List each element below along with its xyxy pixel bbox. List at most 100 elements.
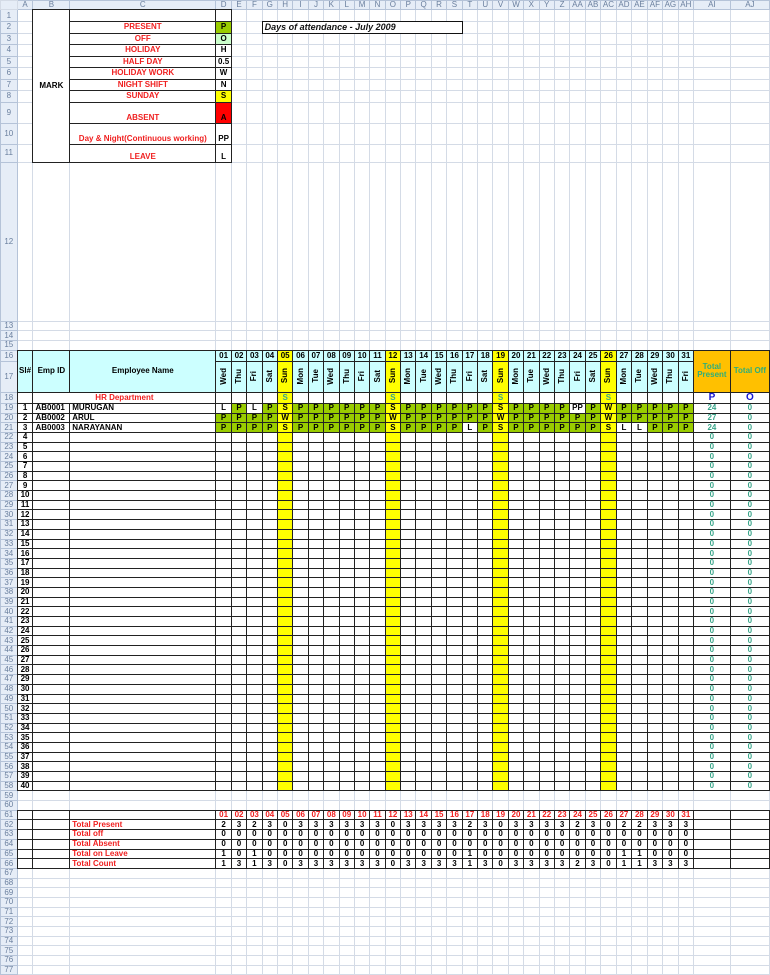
attendance-cell[interactable]	[615, 771, 633, 782]
cell[interactable]	[307, 32, 325, 45]
attendance-cell[interactable]	[230, 616, 248, 627]
attendance-cell[interactable]	[461, 616, 479, 627]
cell[interactable]	[446, 55, 463, 68]
cell[interactable]	[338, 906, 355, 918]
attendance-cell[interactable]	[569, 567, 586, 579]
attendance-cell[interactable]	[584, 596, 602, 608]
cell[interactable]	[461, 55, 479, 68]
cell[interactable]	[69, 945, 217, 957]
cell[interactable]	[292, 896, 309, 908]
attendance-cell[interactable]	[215, 519, 232, 530]
cell[interactable]	[729, 122, 770, 145]
attendance-cell[interactable]	[646, 732, 664, 743]
day-number-header[interactable]: 05	[276, 349, 294, 362]
cell[interactable]	[353, 391, 371, 404]
cell[interactable]	[553, 896, 571, 908]
column-header[interactable]: N	[369, 0, 386, 10]
attendance-cell[interactable]: P	[369, 402, 386, 414]
cell[interactable]	[292, 101, 309, 124]
cell[interactable]	[415, 122, 432, 145]
cell[interactable]	[446, 143, 463, 163]
cell[interactable]	[430, 867, 448, 879]
attendance-cell[interactable]	[446, 567, 463, 579]
attendance-cell[interactable]	[523, 741, 540, 753]
cell[interactable]	[646, 161, 664, 322]
attendance-cell[interactable]	[323, 664, 340, 676]
cell[interactable]	[323, 800, 340, 811]
cell[interactable]	[430, 877, 448, 889]
attendance-cell[interactable]	[584, 616, 602, 627]
attendance-cell[interactable]	[662, 664, 679, 676]
cell[interactable]	[338, 896, 355, 908]
attendance-cell[interactable]	[662, 431, 679, 443]
attendance-cell[interactable]	[369, 703, 386, 714]
attendance-cell[interactable]	[553, 771, 571, 782]
attendance-cell[interactable]	[461, 703, 479, 714]
attendance-cell[interactable]: P	[369, 412, 386, 424]
cell[interactable]	[729, 955, 770, 966]
attendance-cell[interactable]	[276, 538, 294, 550]
cell[interactable]	[276, 340, 294, 351]
employee-name[interactable]	[69, 538, 217, 550]
cell[interactable]	[492, 78, 509, 91]
attendance-cell[interactable]	[492, 441, 509, 453]
attendance-cell[interactable]: P	[646, 402, 664, 414]
attendance-cell[interactable]	[677, 499, 695, 511]
attendance-cell[interactable]	[662, 557, 679, 569]
attendance-cell[interactable]	[553, 548, 571, 559]
cell[interactable]	[292, 955, 309, 966]
attendance-cell[interactable]	[292, 712, 309, 724]
attendance-cell[interactable]: P	[662, 402, 679, 414]
attendance-cell[interactable]	[384, 732, 402, 743]
attendance-cell[interactable]	[507, 732, 525, 743]
row-header[interactable]: 38	[0, 586, 18, 598]
cell[interactable]	[261, 935, 278, 947]
attendance-cell[interactable]	[461, 441, 479, 453]
attendance-cell[interactable]	[230, 567, 248, 579]
cell[interactable]	[523, 340, 540, 351]
attendance-cell[interactable]: P	[415, 402, 432, 414]
attendance-cell[interactable]: P	[507, 412, 525, 424]
attendance-cell[interactable]	[538, 616, 555, 627]
cell[interactable]	[69, 916, 217, 927]
cell[interactable]	[276, 143, 294, 163]
attendance-cell[interactable]: P	[584, 422, 602, 433]
cell[interactable]	[523, 955, 540, 966]
attendance-cell[interactable]	[615, 538, 633, 550]
row-header[interactable]: 61	[0, 809, 18, 821]
attendance-cell[interactable]	[677, 780, 695, 792]
attendance-cell[interactable]	[323, 480, 340, 492]
attendance-cell[interactable]	[492, 703, 509, 714]
cell[interactable]	[729, 9, 770, 22]
attendance-cell[interactable]	[369, 431, 386, 443]
cell[interactable]	[230, 32, 248, 45]
cell[interactable]	[230, 55, 248, 68]
attendance-cell[interactable]	[400, 645, 417, 656]
attendance-cell[interactable]	[446, 693, 463, 705]
cell[interactable]	[677, 330, 695, 342]
attendance-cell[interactable]	[246, 567, 263, 579]
cell[interactable]	[584, 67, 602, 80]
cell[interactable]	[369, 161, 386, 322]
attendance-cell[interactable]	[338, 538, 355, 550]
cell[interactable]	[677, 887, 695, 898]
attendance-cell[interactable]	[492, 509, 509, 521]
attendance-cell[interactable]	[307, 451, 325, 462]
cell[interactable]	[538, 877, 555, 889]
attendance-cell[interactable]	[569, 451, 586, 462]
attendance-cell[interactable]	[523, 703, 540, 714]
attendance-cell[interactable]	[276, 451, 294, 462]
cell[interactable]	[276, 887, 294, 898]
cell[interactable]	[16, 340, 34, 351]
attendance-cell[interactable]	[446, 586, 463, 598]
cell[interactable]	[553, 391, 571, 404]
attendance-cell[interactable]	[369, 741, 386, 753]
cell[interactable]	[677, 32, 695, 45]
cell[interactable]	[677, 896, 695, 908]
attendance-cell[interactable]	[553, 528, 571, 540]
attendance-cell[interactable]	[215, 461, 232, 472]
attendance-cell[interactable]	[230, 606, 248, 617]
cell[interactable]	[600, 44, 617, 57]
cell[interactable]	[369, 955, 386, 966]
attendance-cell[interactable]	[461, 557, 479, 569]
